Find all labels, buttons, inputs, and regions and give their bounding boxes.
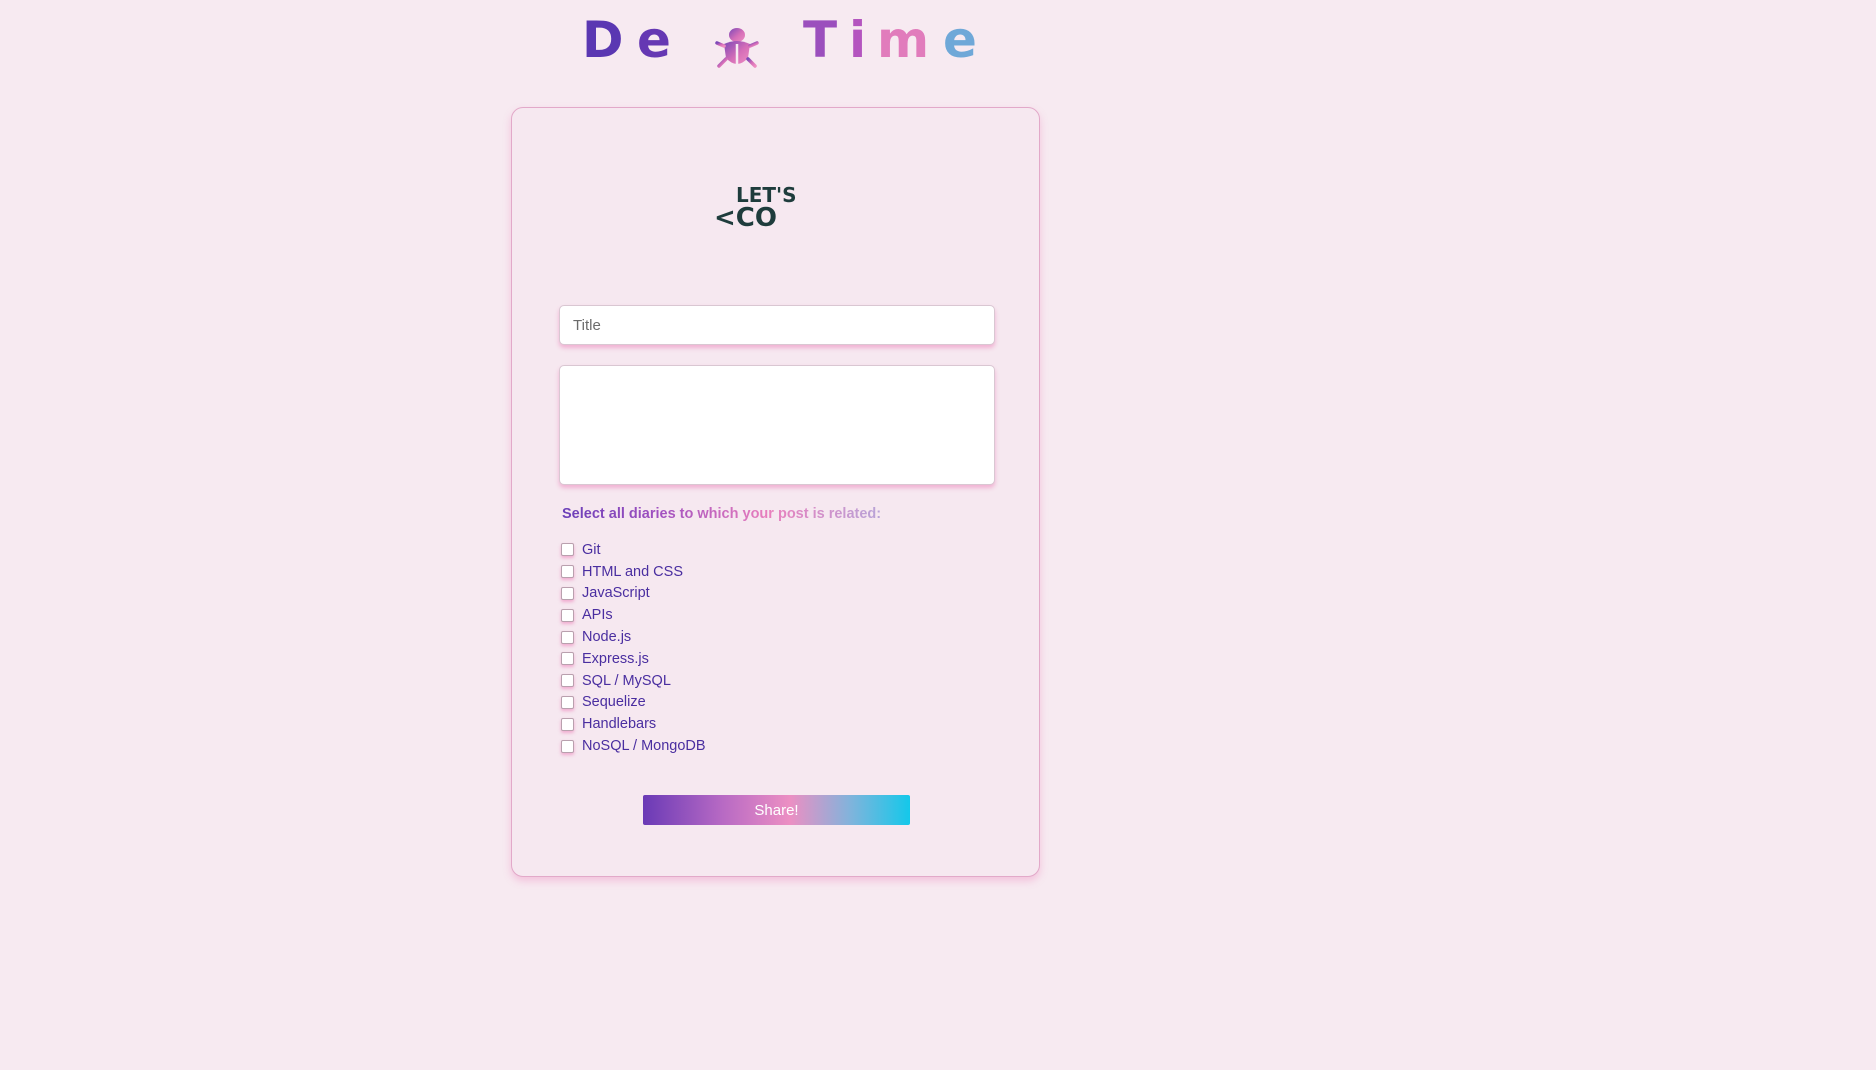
checkbox[interactable] [561, 717, 574, 731]
title-letter: e [943, 11, 977, 69]
checkbox[interactable] [561, 739, 574, 753]
diary-option-javascript[interactable]: JavaScript [561, 583, 706, 605]
title-letter: m [877, 11, 930, 69]
post-title-input[interactable] [559, 305, 995, 345]
diary-label: Sequelize [582, 694, 646, 711]
diary-label: NoSQL / MongoDB [582, 738, 706, 755]
diary-option-git[interactable]: Git [561, 539, 706, 561]
title-letter: e [637, 11, 671, 69]
diary-option-html-css[interactable]: HTML and CSS [561, 561, 706, 583]
diary-option-handlebars[interactable]: Handlebars [561, 713, 706, 735]
diary-label: Express.js [582, 650, 649, 667]
title-letter: D [582, 11, 624, 69]
diaries-label: Select all diaries to which your post is… [562, 506, 882, 522]
diary-option-expressjs[interactable]: Express.js [561, 648, 706, 670]
site-title: D e T i m e [0, 10, 1568, 70]
diary-checkbox-list: Git HTML and CSS JavaScript APIs Node.js… [561, 539, 706, 757]
share-button[interactable]: Share! [643, 795, 910, 825]
checkbox[interactable] [561, 608, 574, 622]
checkbox[interactable] [561, 674, 574, 688]
title-letter: T [803, 11, 838, 69]
checkbox[interactable] [561, 652, 574, 666]
checkbox[interactable] [561, 565, 574, 579]
bug-icon [714, 28, 760, 68]
diary-option-nosql-mongodb[interactable]: NoSQL / MongoDB [561, 735, 706, 757]
diary-option-sql-mysql[interactable]: SQL / MySQL [561, 670, 706, 692]
diary-label: Git [582, 541, 601, 558]
diary-label: APIs [582, 607, 613, 624]
post-body-textarea[interactable] [559, 365, 995, 485]
diary-label: SQL / MySQL [582, 672, 671, 689]
diary-option-nodejs[interactable]: Node.js [561, 626, 706, 648]
checkbox[interactable] [561, 695, 574, 709]
diary-option-sequelize[interactable]: Sequelize [561, 692, 706, 714]
logo-line-2: <CO [714, 203, 777, 233]
diary-label: Node.js [582, 629, 632, 646]
checkbox[interactable] [561, 630, 574, 644]
diary-label: Handlebars [582, 716, 657, 733]
title-letter: i [849, 11, 867, 69]
checkbox[interactable] [561, 543, 574, 557]
diary-label: HTML and CSS [582, 563, 683, 580]
diary-option-apis[interactable]: APIs [561, 604, 706, 626]
new-post-card: LET'S <CO Select all diaries to which yo… [511, 107, 1040, 877]
lets-code-logo: LET'S <CO [714, 184, 797, 236]
checkbox[interactable] [561, 586, 574, 600]
diary-label: JavaScript [582, 585, 650, 602]
